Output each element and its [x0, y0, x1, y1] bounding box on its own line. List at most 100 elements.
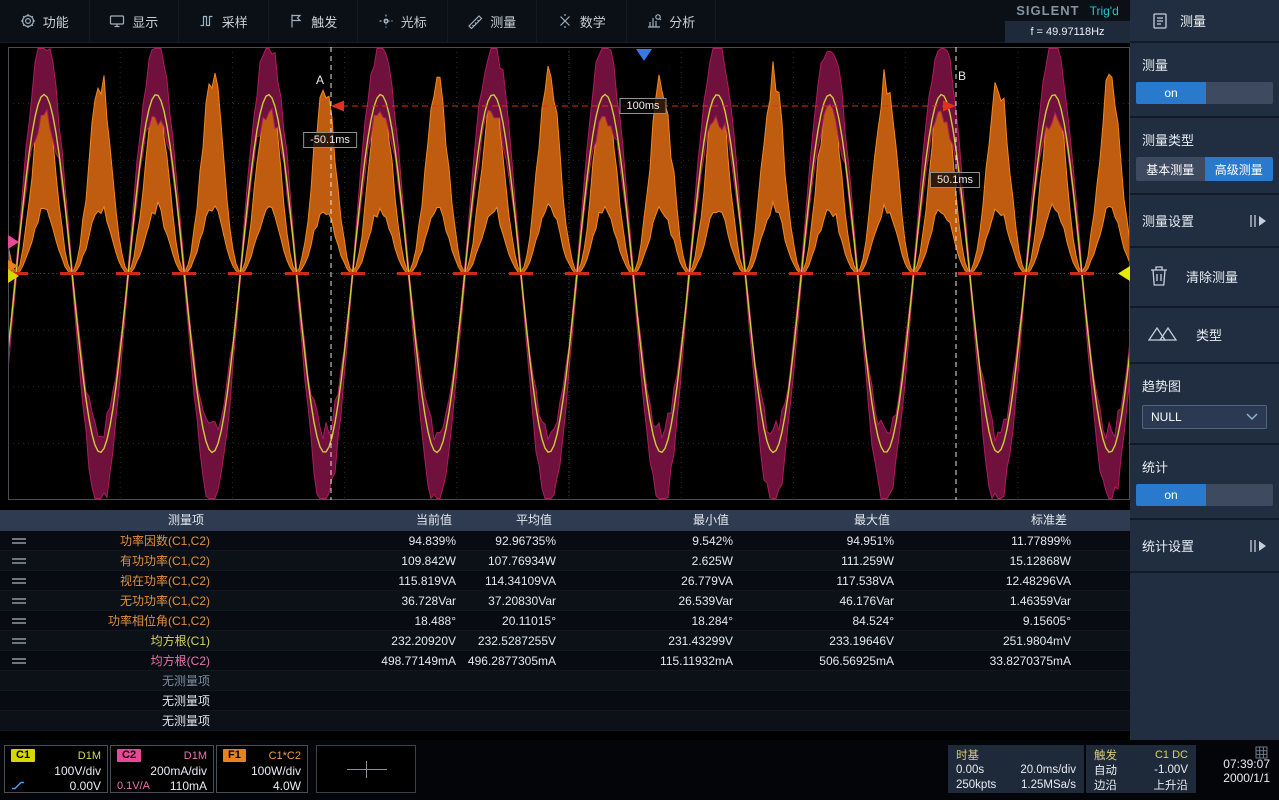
- menu-bar: 功能 显示 采样 触发 光标 测量 数学 分析: [0, 0, 1005, 43]
- channel2-box[interactable]: C2 D1M 200mA/div 0.1V/A 110mA: [110, 745, 214, 793]
- stat-dash-icon: [12, 538, 26, 544]
- trigger-box[interactable]: 触发 C1 DC 自动 -1.00V 边沿 上升沿: [1086, 745, 1196, 793]
- table-row[interactable]: 视在功率(C1,C2) 115.819VA 114.34109VA 26.779…: [0, 571, 1130, 591]
- table-row[interactable]: 均方根(C1) 232.20920V 232.5287255V 231.4329…: [0, 631, 1130, 651]
- trigger-source: C1 DC: [1155, 749, 1188, 761]
- math-f1-box[interactable]: F1 C1*C2 100W/div 4.0W: [216, 745, 308, 793]
- trigger-flag-icon: [288, 13, 304, 29]
- math-icon: [557, 13, 573, 29]
- statistics-settings-button[interactable]: 统计设置: [1130, 520, 1279, 573]
- trigger-level-marker[interactable]: [1118, 266, 1130, 281]
- cell-stddev: 11.77899%: [898, 531, 1075, 550]
- cell-stddev: 251.9804mV: [898, 631, 1075, 650]
- stat-dash-icon: [12, 618, 26, 624]
- cell-max: 506.56925mA: [737, 651, 898, 670]
- measure-name: 均方根(C2): [0, 651, 230, 670]
- table-row[interactable]: 均方根(C2) 498.77149mA 496.2877305mA 115.11…: [0, 651, 1130, 671]
- measure-name: 无测量项: [0, 711, 230, 730]
- cursor-b-time-tag[interactable]: 50.1ms: [930, 172, 980, 188]
- measure-on-toggle[interactable]: on: [1136, 82, 1273, 104]
- statistics-on-toggle[interactable]: on: [1136, 484, 1273, 506]
- measurement-table: 测量项 当前值 平均值 最小值 最大值 标准差 功率因数(C1,C2) 94.8…: [0, 510, 1130, 731]
- menu-item-label: 采样: [222, 12, 248, 31]
- cell-stddev: 9.15605°: [898, 611, 1075, 630]
- add-channel-box[interactable]: [316, 745, 416, 793]
- cell-current: 232.20920V: [230, 631, 460, 650]
- cell-min: [560, 691, 737, 710]
- waveform-display[interactable]: A B -50.1ms 50.1ms 100ms: [8, 47, 1130, 500]
- cell-current: 18.488°: [230, 611, 460, 630]
- channel1-box[interactable]: C1 D1M 100V/div 0.00V: [4, 745, 108, 793]
- table-row[interactable]: 功率相位角(C1,C2) 18.488° 20.11015° 18.284° 8…: [0, 611, 1130, 631]
- frequency-readout: f = 49.97118Hz: [1005, 21, 1130, 43]
- cell-max: 94.951%: [737, 531, 898, 550]
- menu-item-sampling[interactable]: 采样: [179, 0, 269, 42]
- menu-item-cursor[interactable]: 光标: [358, 0, 448, 42]
- clock-time: 07:39:07: [1198, 757, 1270, 771]
- menu-item-label: 测量: [490, 12, 516, 31]
- table-row[interactable]: 无测量项: [0, 671, 1130, 691]
- trend-value: NULL: [1151, 410, 1182, 424]
- type-label: 类型: [1196, 325, 1222, 344]
- cell-current: 115.819VA: [230, 571, 460, 590]
- cell-max: [737, 691, 898, 710]
- side-panel-icon: [1249, 538, 1267, 554]
- trash-icon: [1148, 264, 1170, 288]
- waveform-type-icon: [1148, 324, 1180, 344]
- statistics-label: 统计: [1136, 455, 1273, 484]
- trend-section: 趋势图 NULL: [1130, 364, 1279, 445]
- measure-name: 均方根(C1): [0, 631, 230, 650]
- siglent-logo: SIGLENT: [1016, 3, 1079, 18]
- basic-measure-button[interactable]: 基本测量: [1136, 157, 1205, 181]
- cell-stddev: [898, 711, 1075, 730]
- trigger-position-marker[interactable]: [636, 49, 652, 61]
- advanced-measure-button[interactable]: 高级测量: [1205, 157, 1274, 181]
- measure-on-state: on: [1136, 82, 1206, 104]
- f1-badge: F1: [223, 749, 246, 762]
- cursor-delta-tag: 100ms: [619, 98, 666, 114]
- timebase-box[interactable]: 时基 0.00s 20.0ms/div 250kpts 1.25MSa/s: [948, 745, 1084, 793]
- cursor-a-time-tag[interactable]: -50.1ms: [303, 132, 357, 148]
- clock-box[interactable]: 07:39:07 2000/1/1: [1198, 743, 1274, 797]
- grid-icon: [1255, 746, 1268, 759]
- clock-date: 2000/1/1: [1198, 771, 1270, 785]
- trigger-slope: 上升沿: [1154, 777, 1189, 793]
- table-row[interactable]: 无测量项: [0, 711, 1130, 731]
- menu-item-trigger[interactable]: 触发: [269, 0, 359, 42]
- measure-off-track: [1206, 82, 1273, 104]
- menu-item-math[interactable]: 数学: [537, 0, 627, 42]
- trend-dropdown[interactable]: NULL: [1142, 405, 1267, 429]
- table-row[interactable]: 有功功率(C1,C2) 109.842W 107.76934W 2.625W 1…: [0, 551, 1130, 571]
- table-row[interactable]: 无测量项: [0, 691, 1130, 711]
- oscilloscope-screen: 功能 显示 采样 触发 光标 测量 数学 分析: [0, 0, 1279, 800]
- measure-ruler-icon: [467, 13, 483, 29]
- plus-icon: [366, 761, 367, 778]
- stat-dash-icon: [12, 578, 26, 584]
- measure-name: 功率相位角(C1,C2): [0, 611, 230, 630]
- cell-mean: 37.20830Var: [460, 591, 560, 610]
- clear-measure-button[interactable]: 清除测量: [1130, 248, 1279, 308]
- sidebar-title: 测量: [1180, 11, 1206, 30]
- table-row[interactable]: 无功功率(C1,C2) 36.728Var 37.20830Var 26.539…: [0, 591, 1130, 611]
- measure-settings-button[interactable]: 测量设置: [1130, 195, 1279, 248]
- menu-item-display[interactable]: 显示: [90, 0, 180, 42]
- menu-item-function[interactable]: 功能: [0, 0, 90, 42]
- cell-min: 26.539Var: [560, 591, 737, 610]
- table-row[interactable]: 功率因数(C1,C2) 94.839% 92.96735% 9.542% 94.…: [0, 531, 1130, 551]
- cell-current: 36.728Var: [230, 591, 460, 610]
- cell-current: 94.839%: [230, 531, 460, 550]
- menu-item-label: 功能: [43, 12, 69, 31]
- trigger-status: Trig'd: [1090, 4, 1119, 18]
- col-header-min: 最小值: [560, 510, 737, 531]
- measure-enable-section: 测量 on: [1130, 43, 1279, 118]
- menu-item-analysis[interactable]: 分析: [627, 0, 717, 42]
- measure-name: 无功功率(C1,C2): [0, 591, 230, 610]
- statistics-off-track: [1206, 484, 1273, 506]
- bottom-status-bar: C1 D1M 100V/div 0.00V C2 D1M 200mA/div 0…: [0, 740, 1279, 800]
- menu-item-label: 光标: [401, 12, 427, 31]
- type-button[interactable]: 类型: [1130, 308, 1279, 364]
- menu-item-label: 触发: [311, 12, 337, 31]
- timebase-points: 250kpts: [956, 779, 996, 791]
- menu-item-measure[interactable]: 测量: [448, 0, 538, 42]
- f1-scale: 100W/div: [251, 764, 301, 778]
